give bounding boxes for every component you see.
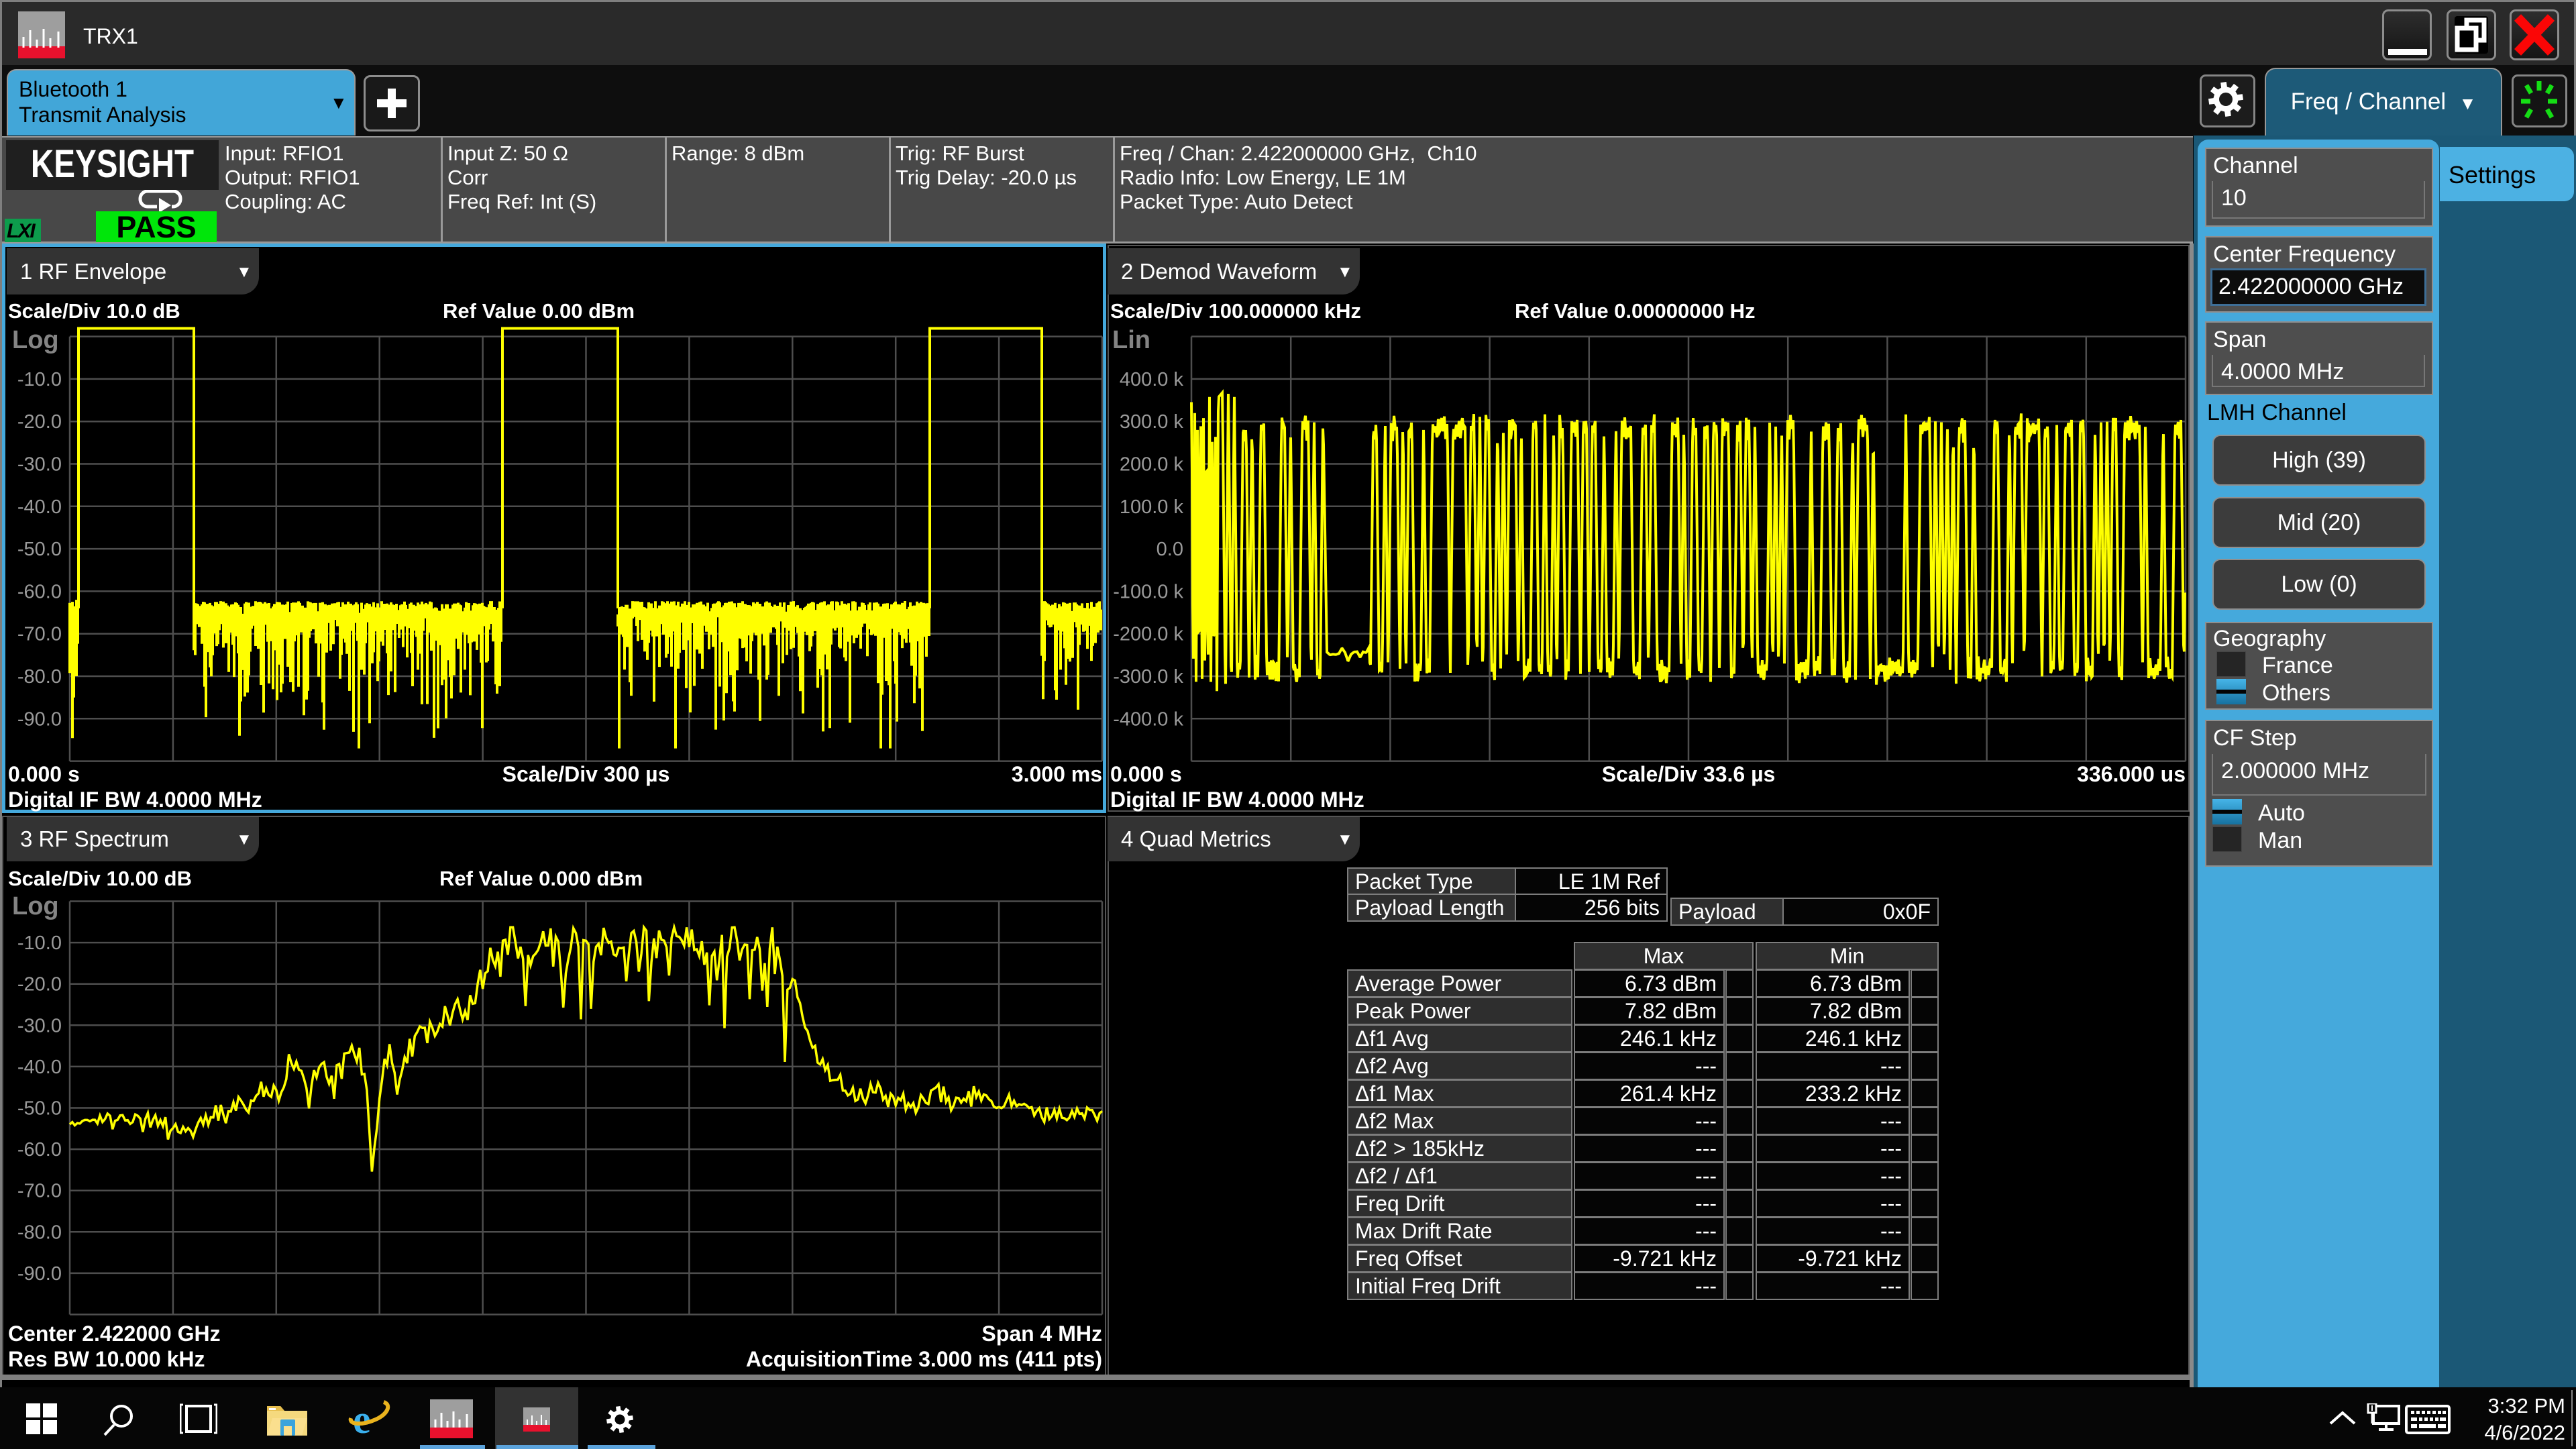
svg-text:-40.0: -40.0 (17, 1057, 62, 1078)
svg-text:-60.0: -60.0 (17, 1139, 62, 1161)
svg-text:-80.0: -80.0 (17, 1222, 62, 1243)
svg-text:-20.0: -20.0 (17, 974, 62, 996)
svg-text:-30.0: -30.0 (17, 1015, 62, 1036)
svg-text:-10.0: -10.0 (17, 932, 62, 954)
svg-text:-50.0: -50.0 (17, 1098, 62, 1120)
svg-text:-70.0: -70.0 (17, 1181, 62, 1202)
svg-text:-90.0: -90.0 (17, 1263, 62, 1285)
